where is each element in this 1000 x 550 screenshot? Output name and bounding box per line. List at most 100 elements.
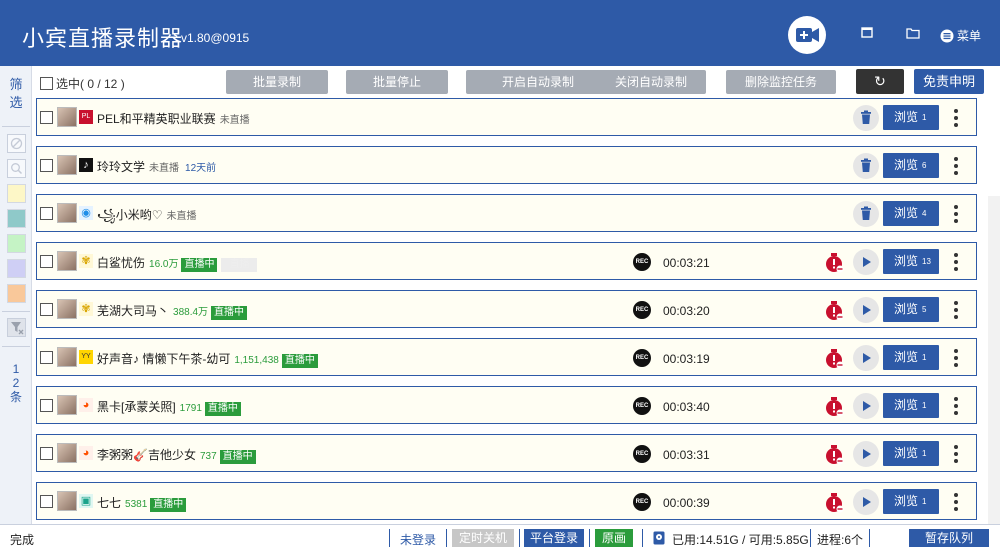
- status-divider: [519, 529, 520, 547]
- color-filter-green[interactable]: [7, 234, 26, 253]
- viewer-count: 5381: [125, 499, 148, 510]
- row-checkbox[interactable]: [40, 111, 53, 124]
- filter-none-button[interactable]: [7, 134, 26, 153]
- browse-button[interactable]: 浏览 1: [883, 393, 939, 418]
- recording-duration: 00:03:40: [663, 400, 710, 414]
- more-options-icon[interactable]: [951, 444, 961, 464]
- stop-recording-button[interactable]: [823, 348, 845, 370]
- row-checkbox[interactable]: [40, 447, 53, 460]
- stop-recording-button[interactable]: [823, 444, 845, 466]
- row-text: 七七 5381 直播中: [97, 494, 187, 512]
- maximize-button[interactable]: [860, 25, 876, 41]
- row-text: 白鲨忧伤 16.0万 直播中 直播: [97, 254, 258, 272]
- delete-button[interactable]: [853, 153, 879, 179]
- delete-button[interactable]: [853, 105, 879, 131]
- streamer-name[interactable]: 白鲨忧伤: [97, 256, 145, 270]
- browse-button[interactable]: 浏览 5: [883, 297, 939, 322]
- more-options-icon[interactable]: [951, 348, 961, 368]
- streamer-name[interactable]: 玲玲文学: [97, 160, 145, 174]
- more-options-icon[interactable]: [951, 156, 961, 176]
- browse-button[interactable]: 浏览 1: [883, 441, 939, 466]
- more-options-icon[interactable]: [951, 108, 961, 128]
- color-filter-yellow[interactable]: [7, 184, 26, 203]
- more-options-icon[interactable]: [951, 396, 961, 416]
- row-checkbox[interactable]: [40, 399, 53, 412]
- recording-duration: 00:03:21: [663, 256, 710, 270]
- scrollbar[interactable]: [988, 196, 1000, 524]
- row-checkbox[interactable]: [40, 255, 53, 268]
- delete-button[interactable]: [853, 201, 879, 227]
- quality-original-button[interactable]: 原画: [595, 529, 633, 547]
- select-all[interactable]: 选中( 0 / 12 ): [40, 75, 125, 92]
- browse-count: 1: [922, 449, 927, 458]
- stop-recording-button[interactable]: [823, 300, 845, 322]
- streamer-name[interactable]: 芜湖大司马丶: [97, 304, 169, 318]
- browse-label: 浏览: [894, 350, 919, 364]
- color-filter-teal[interactable]: [7, 209, 26, 228]
- batch-record-button[interactable]: 批量录制: [226, 70, 328, 94]
- play-button[interactable]: [853, 489, 879, 515]
- streamer-name[interactable]: 李粥粥🎸吉他少女: [97, 448, 196, 462]
- row-checkbox[interactable]: [40, 159, 53, 172]
- stop-recording-button[interactable]: [823, 492, 845, 514]
- play-button[interactable]: [853, 345, 879, 371]
- browse-button[interactable]: 浏览 1: [883, 105, 939, 130]
- row-checkbox[interactable]: [40, 495, 53, 508]
- stop-recording-button[interactable]: [823, 252, 845, 274]
- refresh-button[interactable]: ↻: [856, 69, 904, 94]
- clear-filter-button[interactable]: [7, 318, 26, 337]
- more-options-icon[interactable]: [951, 204, 961, 224]
- status-divider: [589, 529, 590, 547]
- live-badge: 直播中: [181, 258, 218, 272]
- douyin-icon: ♪: [79, 158, 93, 172]
- streamer-name[interactable]: ꧁小米哟♡: [97, 208, 163, 222]
- open-folder-button[interactable]: [905, 25, 921, 41]
- more-options-icon[interactable]: [951, 252, 961, 272]
- disclaimer-button[interactable]: 免责申明: [914, 69, 984, 94]
- browse-button[interactable]: 浏览 1: [883, 345, 939, 370]
- viewer-count: 737: [199, 451, 217, 462]
- menu-button[interactable]: 菜单: [940, 27, 981, 44]
- browse-button[interactable]: 浏览 6: [883, 153, 939, 178]
- avatar: [57, 155, 77, 175]
- batch-stop-button[interactable]: 批量停止: [346, 70, 448, 94]
- platform-login-button[interactable]: 平台登录: [524, 529, 584, 547]
- scheduled-shutdown-button[interactable]: 定时关机: [452, 529, 514, 547]
- recording-indicator-icon: REC: [633, 397, 651, 415]
- stop-timer-icon: [826, 445, 844, 465]
- stop-recording-button[interactable]: [823, 396, 845, 418]
- avatar: [57, 395, 77, 415]
- select-all-checkbox[interactable]: [40, 77, 53, 90]
- more-options-icon[interactable]: [951, 492, 961, 512]
- filter-search-button[interactable]: [7, 159, 26, 178]
- row-checkbox[interactable]: [40, 207, 53, 220]
- streamer-name[interactable]: 七七: [97, 496, 121, 510]
- browse-button[interactable]: 浏览 13: [883, 249, 939, 274]
- streamer-name[interactable]: 黑卡[承蒙关照]: [97, 400, 176, 414]
- color-filter-purple[interactable]: [7, 259, 26, 278]
- row-checkbox[interactable]: [40, 351, 53, 364]
- delete-monitor-task-button[interactable]: 删除监控任务: [726, 70, 836, 94]
- play-button[interactable]: [853, 393, 879, 419]
- row-checkbox[interactable]: [40, 303, 53, 316]
- enable-auto-record-button[interactable]: 开启自动录制: [466, 70, 610, 94]
- pause-queue-button[interactable]: 暂存队列: [909, 529, 989, 547]
- streamer-name[interactable]: PEL和平精英职业联赛: [97, 112, 216, 126]
- browse-count: 4: [922, 209, 927, 218]
- filter-label[interactable]: 筛选: [0, 76, 32, 112]
- add-recording-button[interactable]: [788, 16, 826, 54]
- play-button[interactable]: [853, 297, 879, 323]
- browse-button[interactable]: 浏览 1: [883, 489, 939, 514]
- more-options-icon[interactable]: [951, 300, 961, 320]
- login-status[interactable]: 未登录: [400, 531, 436, 548]
- streamer-name[interactable]: 好声音♪ 情懒下午茶-幼可: [97, 352, 230, 366]
- play-button[interactable]: [853, 441, 879, 467]
- disable-auto-record-button[interactable]: 关闭自动录制: [596, 70, 706, 94]
- recording-indicator-icon: REC: [633, 349, 651, 367]
- window-icon: [861, 27, 873, 38]
- avatar: [57, 203, 77, 223]
- play-button[interactable]: [853, 249, 879, 275]
- browse-count: 6: [922, 161, 927, 170]
- color-filter-orange[interactable]: [7, 284, 26, 303]
- browse-button[interactable]: 浏览 4: [883, 201, 939, 226]
